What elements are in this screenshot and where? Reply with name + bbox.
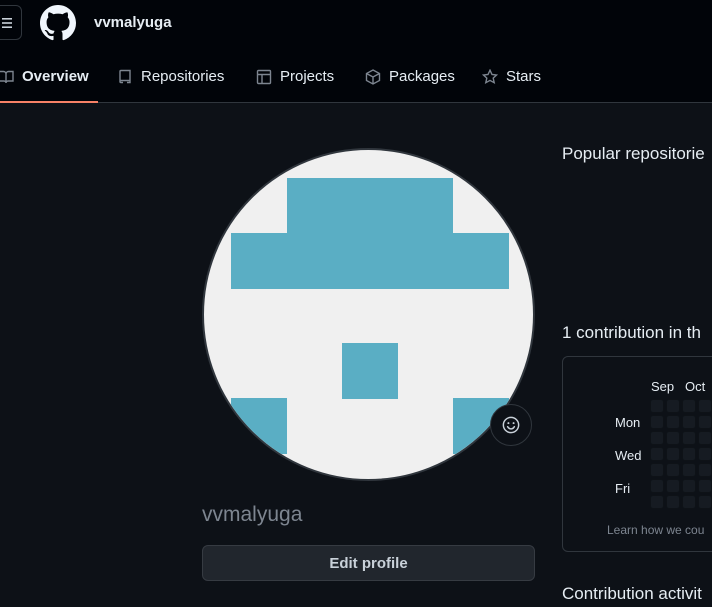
hamburger-menu-button[interactable] <box>0 5 22 40</box>
day-label: Wed <box>615 448 642 463</box>
package-icon <box>365 69 381 85</box>
contribution-cell <box>698 463 712 477</box>
contribution-cell <box>666 399 680 413</box>
contribution-cell <box>682 431 696 445</box>
identicon-block <box>231 233 509 289</box>
contribution-cell <box>650 415 664 429</box>
set-status-button[interactable] <box>490 404 532 446</box>
contribution-cell <box>698 431 712 445</box>
month-label: Oct <box>685 379 706 394</box>
contribution-cell <box>650 495 664 509</box>
tab-label: Packages <box>389 68 455 85</box>
day-label: Mon <box>615 415 641 430</box>
tab-stars[interactable]: Stars <box>482 58 541 102</box>
star-icon <box>482 69 498 85</box>
identicon-block <box>287 178 453 234</box>
edit-profile-button[interactable]: Edit profile <box>202 545 535 581</box>
contribution-cell <box>698 399 712 413</box>
tab-overview[interactable]: Overview <box>0 58 89 102</box>
contribution-cell <box>698 447 712 461</box>
avatar[interactable] <box>202 148 535 481</box>
active-tab-indicator <box>0 101 98 103</box>
contribution-cell <box>698 479 712 493</box>
contribution-cell <box>666 495 680 509</box>
identicon-block <box>342 343 398 399</box>
contribution-cell <box>650 479 664 493</box>
profile-tabs: Overview Repositories Projects Packages … <box>0 58 712 102</box>
contribution-cell <box>682 479 696 493</box>
contribution-cell <box>650 431 664 445</box>
contribution-cell <box>682 495 696 509</box>
identicon-block <box>231 398 287 454</box>
day-label: Fri <box>615 481 631 496</box>
contribution-cell <box>682 399 696 413</box>
github-logo-icon[interactable] <box>40 5 76 41</box>
tab-label: Projects <box>280 68 335 85</box>
contribution-cell <box>666 463 680 477</box>
contribution-cell <box>650 463 664 477</box>
contribution-cell <box>682 415 696 429</box>
contribution-cell <box>666 415 680 429</box>
month-label: Sep <box>651 379 675 394</box>
contribution-cell <box>698 495 712 509</box>
hamburger-icon <box>2 17 12 28</box>
contributions-heading: 1 contribution in th <box>562 323 701 342</box>
contribution-cell <box>666 447 680 461</box>
table-icon <box>256 69 272 85</box>
header-username[interactable]: vvmalyuga <box>94 14 172 31</box>
contribution-cell <box>698 415 712 429</box>
learn-contributions-link[interactable]: Learn how we cou <box>607 523 704 537</box>
contribution-cell <box>682 447 696 461</box>
tab-label: Repositories <box>141 68 225 85</box>
smiley-icon <box>502 416 520 434</box>
contribution-cell <box>666 431 680 445</box>
contribution-cell <box>682 463 696 477</box>
global-header: vvmalyuga Overview Repositories Projects… <box>0 0 712 103</box>
popular-repositories-heading: Popular repositorie <box>562 144 705 163</box>
tab-label: Stars <box>506 68 542 85</box>
contribution-cell <box>650 447 664 461</box>
book-icon <box>0 70 14 84</box>
tab-repositories[interactable]: Repositories <box>117 58 224 102</box>
tab-packages[interactable]: Packages <box>365 58 455 102</box>
contribution-activity-heading: Contribution activit <box>562 584 702 603</box>
tab-label: Overview <box>22 68 89 85</box>
repo-icon <box>119 69 131 84</box>
contribution-cell <box>650 399 664 413</box>
profile-username: vvmalyuga <box>202 503 303 526</box>
tab-projects[interactable]: Projects <box>256 58 334 102</box>
contribution-cell <box>666 479 680 493</box>
